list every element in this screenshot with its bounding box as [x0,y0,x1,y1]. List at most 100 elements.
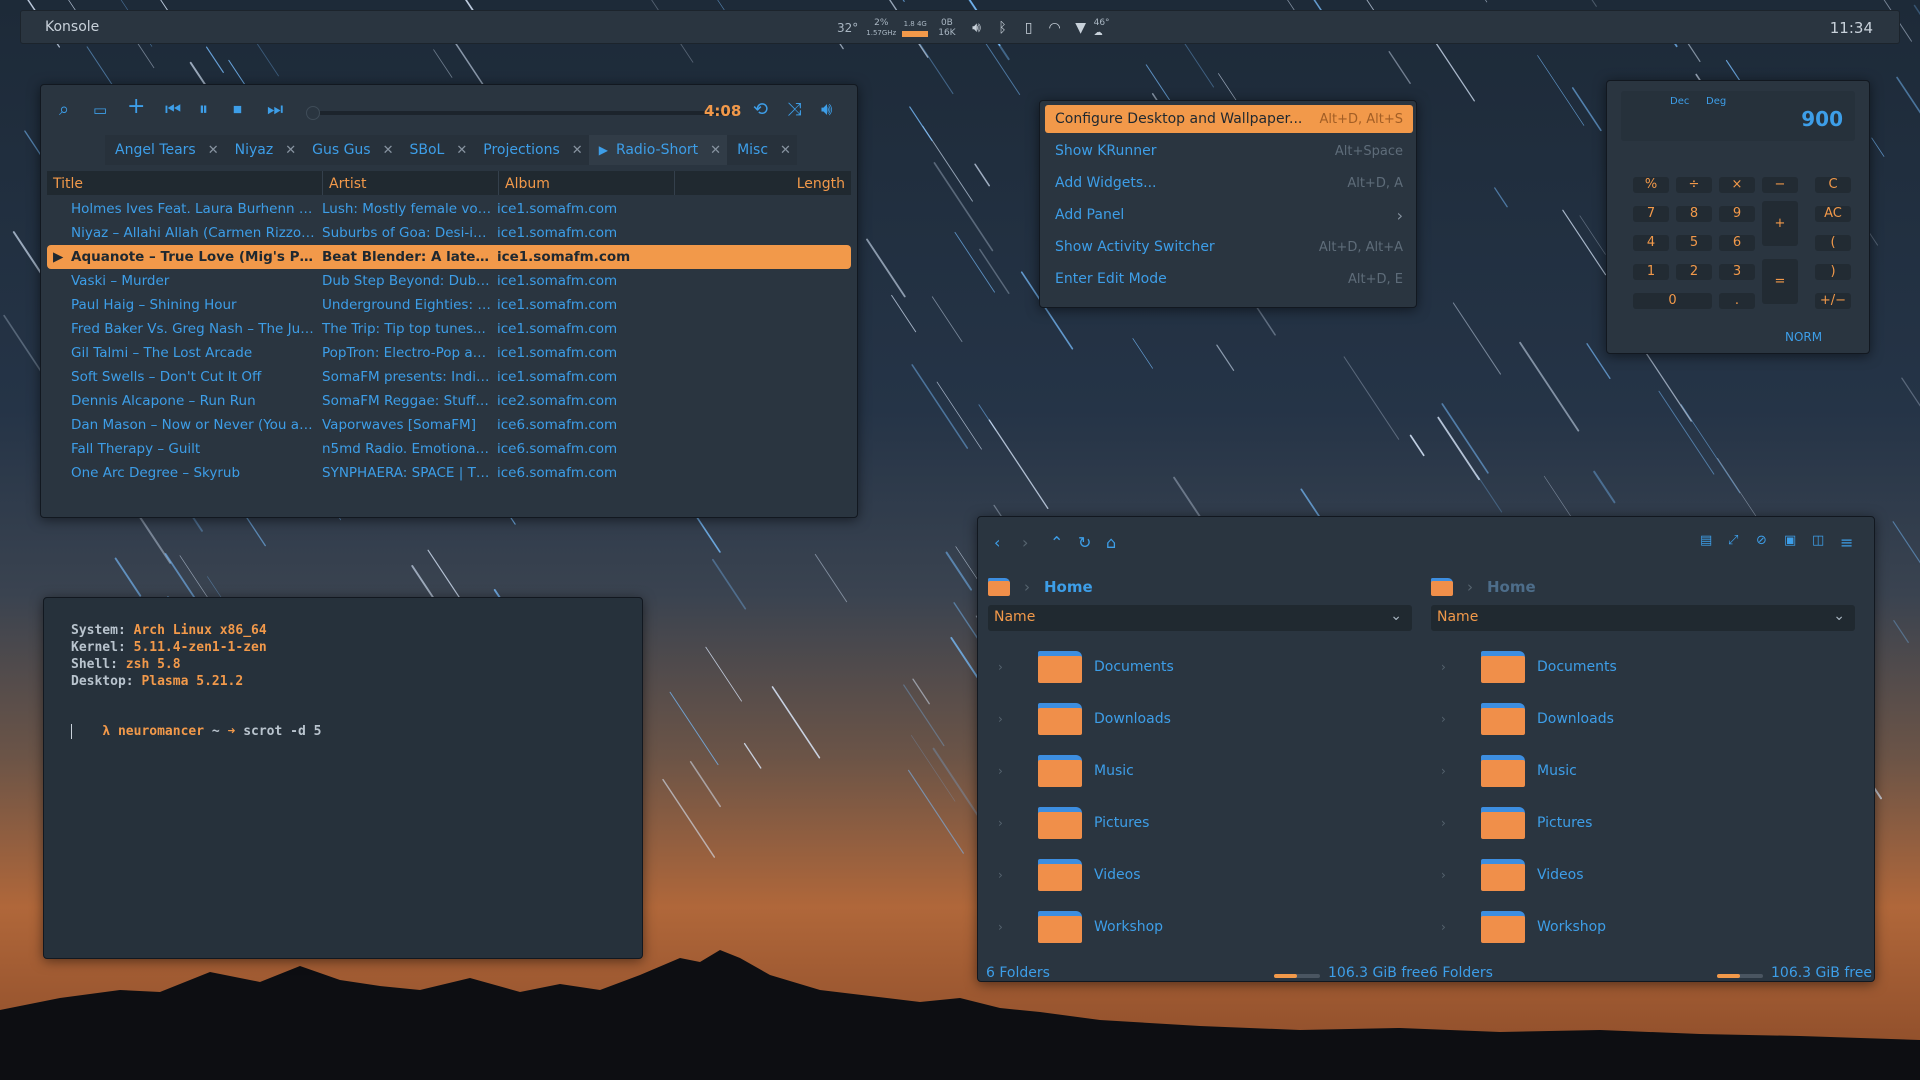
hidden-files-icon[interactable]: ⊘ [1756,533,1767,548]
search-icon[interactable]: ⌕ [59,101,69,119]
close-tab-icon[interactable]: ✕ [285,143,296,158]
breadcrumb-home[interactable]: Home [1487,578,1536,596]
calc-button[interactable]: + [1762,201,1798,246]
expand-icon[interactable]: › [1441,712,1481,726]
chevron-down-icon[interactable]: ⌄ [1833,608,1845,624]
repeat-icon[interactable]: ⟲ [753,101,768,119]
column-header-name[interactable]: Name ⌄ [988,605,1412,631]
folder-item[interactable]: › Music [1441,745,1577,797]
menu-item[interactable]: Add Widgets... Alt+D, A [1045,169,1413,197]
add-icon[interactable]: + [127,96,145,118]
playlist-row[interactable]: ▶ Aquanote – True Love (Mig's Pet... Beat … [47,245,851,269]
close-tab-icon[interactable]: ✕ [780,143,791,158]
column-header-name[interactable]: Name ⌄ [1431,605,1855,631]
folder-item[interactable]: › Downloads [998,693,1171,745]
expand-icon[interactable]: › [998,712,1038,726]
volume-icon[interactable]: 🔊︎ [821,101,832,119]
expand-icon[interactable]: › [1441,920,1481,934]
chevron-down-icon[interactable]: ⌄ [1390,608,1402,624]
home-icon[interactable]: ⌂ [1106,533,1116,552]
calc-button[interactable]: 8 [1676,206,1712,222]
calc-button[interactable]: 4 [1633,235,1669,251]
folder-item[interactable]: › Downloads [1441,693,1614,745]
playlist-row[interactable]: Soft Swells – Don't Cut It Off SomaFM pre… [47,365,851,389]
fullscreen-icon[interactable]: ⤢ [1728,533,1738,548]
playlist-row[interactable]: Dennis Alcapone – Run Run SomaFM Reggae: … [47,389,851,413]
expand-icon[interactable]: › [1441,868,1481,882]
menu-item[interactable]: Show Activity Switcher Alt+D, Alt+A [1045,233,1413,261]
preview-icon[interactable]: ▣ [1784,533,1796,548]
folder-item[interactable]: › Videos [998,849,1141,901]
split-view-icon[interactable]: ◫ [1812,533,1824,548]
playlist-tab[interactable]: Misc ✕ [727,135,797,165]
active-window-title[interactable]: Konsole [45,19,99,35]
forward-icon[interactable]: › [1022,533,1028,552]
shuffle-icon[interactable]: ⤨ [787,101,801,119]
playlist-row[interactable]: One Arc Degree – Skyrub SYNPHAERA: SPACE … [47,461,851,485]
memory-monitor[interactable]: 1.8 4G [902,19,929,37]
calc-button[interactable]: ( [1815,235,1851,251]
folder-item[interactable]: › Documents [998,641,1174,693]
pause-icon[interactable]: ⏸ [199,101,208,119]
playlist-row[interactable]: Vaski – Murder Dub Step Beyond: Dubst... i… [47,269,851,293]
file-pane[interactable]: › Home Name ⌄ › Documents › Downloads › Musi… [978,569,1412,967]
expand-icon[interactable]: › [998,816,1038,830]
playlist-tab[interactable]: ▶ Radio-Short ✕ [588,135,728,165]
playlist-tab[interactable]: Projections ✕ [473,135,588,165]
folder-item[interactable]: › Workshop [1441,901,1606,953]
calc-button[interactable]: AC [1815,206,1851,222]
folder-item[interactable]: › Music [998,745,1134,797]
calc-button[interactable]: 9 [1719,206,1755,222]
calc-button[interactable]: × [1719,177,1755,193]
calc-button[interactable]: C [1815,177,1851,193]
calc-button[interactable]: . [1719,293,1755,309]
reload-icon[interactable]: ↻ [1078,533,1091,552]
base-mode[interactable]: Dec [1670,96,1689,107]
calc-button[interactable]: +/− [1815,293,1851,309]
seek-handle[interactable] [306,106,320,120]
playlist-row[interactable]: Dan Mason – Now or Never (You and... Vapo… [47,413,851,437]
file-pane[interactable]: › Home Name ⌄ › Documents › Downloads › Musi… [1421,569,1855,967]
playlist-tab[interactable]: Gus Gus ✕ [302,135,399,165]
calc-button[interactable]: 0 [1633,293,1712,309]
phone-icon[interactable]: ▯ [1016,20,1042,36]
playlist-tab[interactable]: SBoL ✕ [400,135,474,165]
menu-icon[interactable]: ≡ [1840,533,1853,552]
open-folder-icon[interactable]: ▭ [93,101,107,119]
weather-icon[interactable]: 46° ☁ [1094,18,1120,38]
seek-bar[interactable] [311,111,733,115]
menu-item[interactable]: Add Panel › [1045,201,1413,229]
close-tab-icon[interactable]: ✕ [383,143,394,158]
angle-mode[interactable]: Deg [1706,96,1726,107]
bluetooth-icon[interactable]: ᛒ [990,20,1016,36]
calc-button[interactable]: 3 [1719,264,1755,280]
folder-item[interactable]: › Documents [1441,641,1617,693]
column-album[interactable]: Album [499,171,675,195]
calc-button[interactable]: 1 [1633,264,1669,280]
expand-icon[interactable]: › [1441,764,1481,778]
calculator-notation[interactable]: NORM [1785,330,1822,344]
playlist-row[interactable]: Fred Baker Vs. Greg Nash – The Jungl... T… [47,317,851,341]
terminal-window[interactable]: System: Arch Linux x86_64 Kernel: 5.11.4-… [43,597,643,959]
volume-icon[interactable]: 🔊︎ [964,20,990,36]
playlist-row[interactable]: Holmes Ives Feat. Laura Burhenn – C... Lu… [47,197,851,221]
expand-icon[interactable]: › [1441,816,1481,830]
close-tab-icon[interactable]: ✕ [710,143,721,158]
menu-item[interactable]: Enter Edit Mode Alt+D, E [1045,265,1413,293]
expand-icon[interactable]: › [1441,660,1481,674]
calc-button[interactable]: ÷ [1676,177,1712,193]
next-icon[interactable]: ⏭ [267,101,283,119]
expand-icon[interactable]: › [998,764,1038,778]
column-length[interactable]: Length [675,171,851,195]
network-monitor[interactable]: 0B 16K [938,18,955,38]
column-artist[interactable]: Artist [323,171,499,195]
playlist-row[interactable]: Gil Talmi – The Lost Arcade PopTron: Elec… [47,341,851,365]
calc-button[interactable]: − [1762,177,1798,193]
folder-item[interactable]: › Videos [1441,849,1584,901]
menu-item[interactable]: Show KRunner Alt+Space [1045,137,1413,165]
folder-item[interactable]: › Pictures [1441,797,1592,849]
wifi-icon[interactable]: ◠ [1042,20,1068,36]
calc-button[interactable]: % [1633,177,1669,193]
calc-button[interactable]: = [1762,259,1798,304]
playlist-tab[interactable]: Niyaz ✕ [225,135,302,165]
